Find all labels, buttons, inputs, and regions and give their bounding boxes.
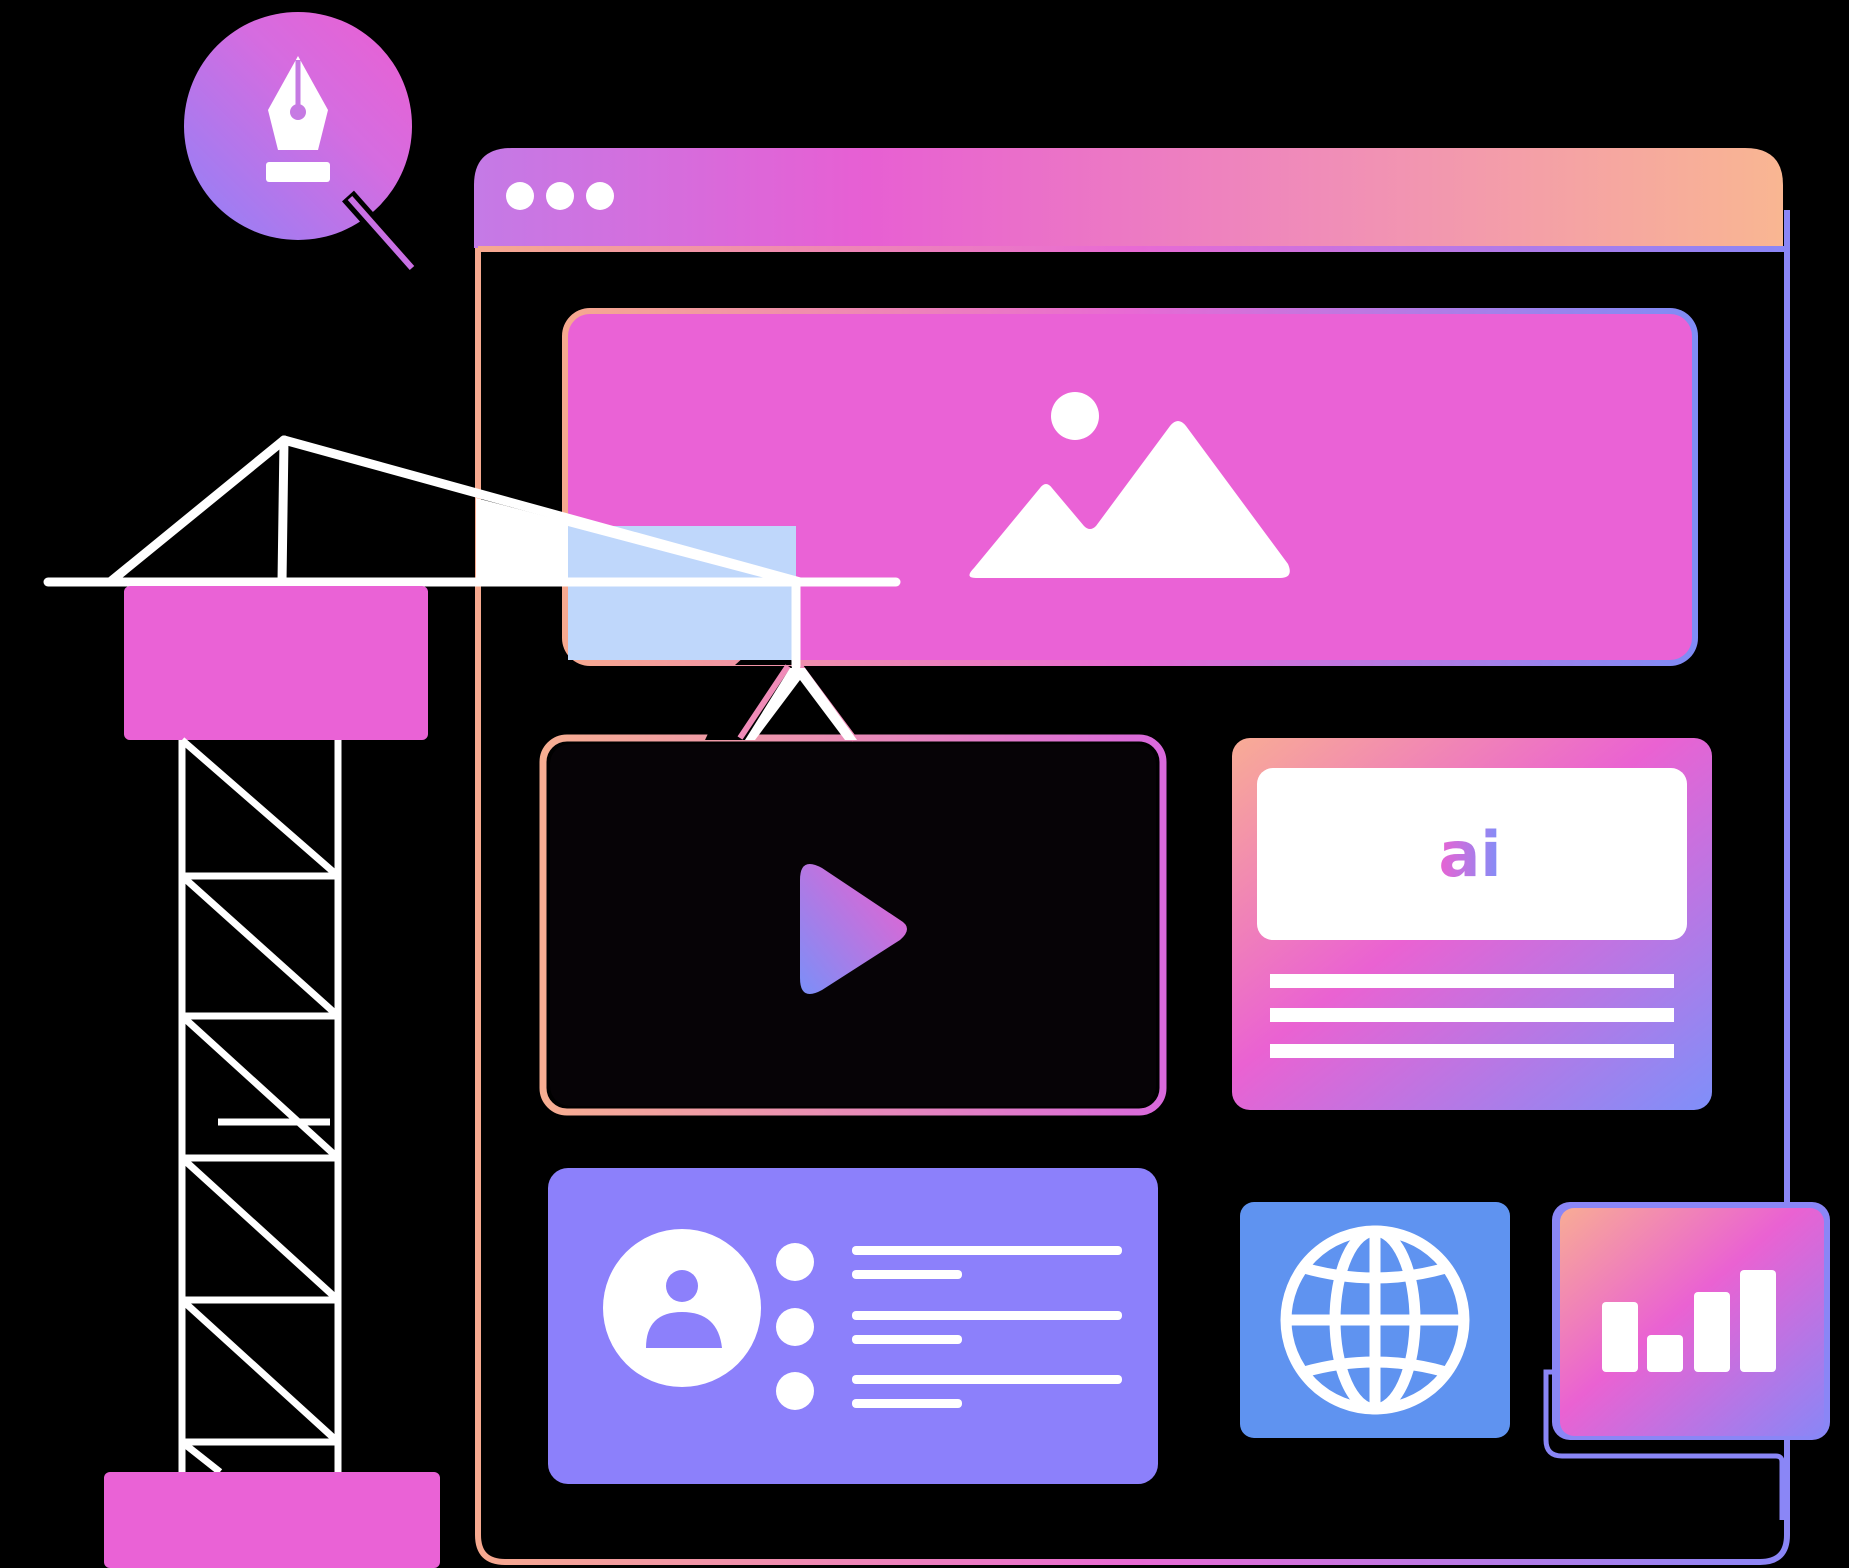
pen-tool-badge[interactable] bbox=[184, 12, 418, 274]
globe-card[interactable] bbox=[1240, 1202, 1510, 1438]
profile-card[interactable] bbox=[548, 1168, 1158, 1484]
video-card[interactable] bbox=[539, 734, 1167, 1116]
globe-icon bbox=[1280, 1225, 1470, 1415]
ai-card[interactable]: ai bbox=[1232, 738, 1712, 1110]
user-avatar-icon bbox=[603, 1229, 761, 1387]
web-builder-illustration: ai bbox=[43, 12, 1830, 1568]
ai-badge-text: ai bbox=[1438, 818, 1501, 891]
browser-title-bar bbox=[474, 148, 1783, 248]
window-dots-icon[interactable] bbox=[506, 182, 614, 210]
text-lines bbox=[1270, 974, 1674, 1058]
